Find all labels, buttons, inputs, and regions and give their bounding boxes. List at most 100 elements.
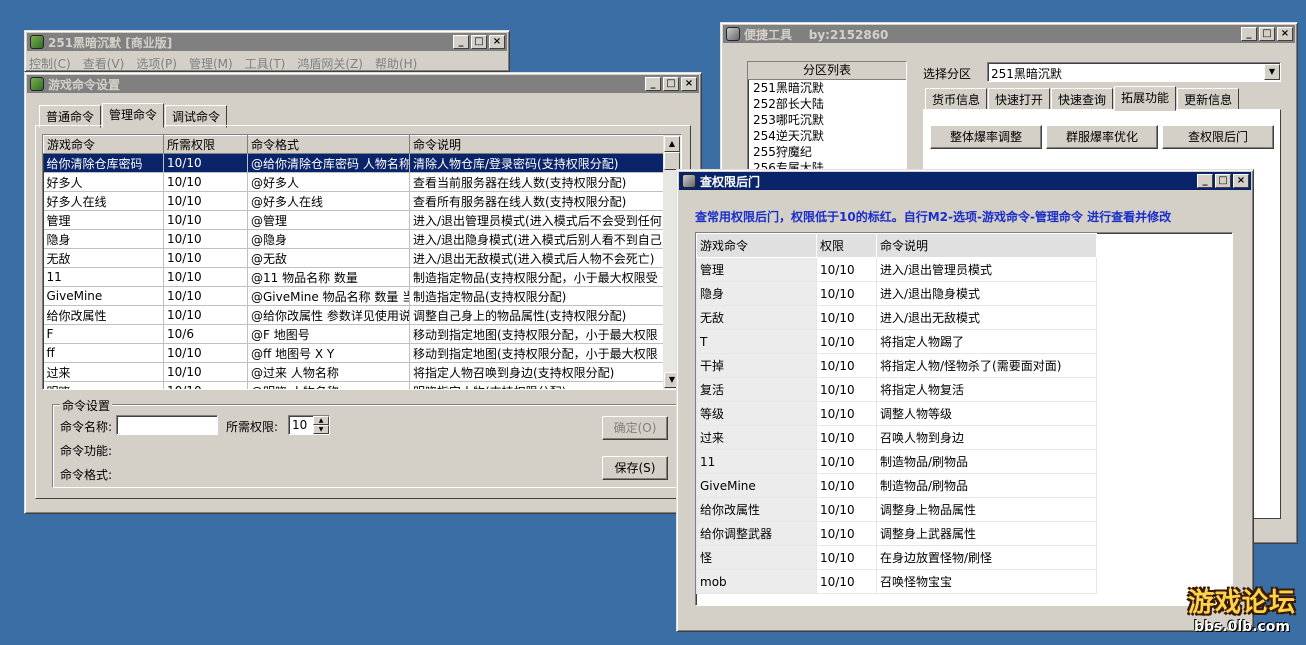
menu-help[interactable]: 帮助(H) xyxy=(375,55,417,72)
spin-down-icon[interactable]: ▼ xyxy=(313,425,329,434)
table-row[interactable]: ff 10/10 @ff 地图号 X Y 移动到指定地图(支持权限分配，小于最大权限 xyxy=(43,343,664,363)
tab-currency[interactable]: 货币信息 xyxy=(925,88,988,111)
table-row[interactable]: 11 10/10 制造物品/刷物品 xyxy=(696,449,1097,474)
maximize-icon[interactable]: □ xyxy=(1215,174,1231,188)
table-row[interactable]: 给你清除仓库密码 10/10 @给你清除仓库密码 人物名称 清除人物仓库/登录密码(支… xyxy=(43,153,664,173)
table-row[interactable]: T 10/10 将指定人物踢了 xyxy=(696,329,1097,354)
list-item[interactable]: 251黑暗沉默 xyxy=(748,80,906,96)
table-cell: 10/10 xyxy=(816,305,877,330)
menu-options[interactable]: 选项(P) xyxy=(136,55,177,72)
tab-admin-commands[interactable]: 管理命令 xyxy=(102,103,165,128)
list-item[interactable]: 254逆天沉默 xyxy=(748,128,906,144)
overall-drop-rate-button[interactable]: 整体爆率调整 xyxy=(930,125,1042,149)
table-row[interactable]: 管理 10/10 进入/退出管理员模式 xyxy=(696,257,1097,282)
command-table[interactable]: 游戏命令 所需权限 命令格式 命令说明 给你清除仓库密码 10/10 @给你清除仓库… xyxy=(42,134,682,390)
close-icon[interactable]: × xyxy=(1233,174,1249,188)
tool-window-titlebar[interactable]: 便捷工具 by:2152860 _ □ × xyxy=(723,25,1295,43)
column-header-permission[interactable]: 权限 xyxy=(816,233,877,258)
check-backdoor-button[interactable]: 查权限后门 xyxy=(1162,125,1274,149)
command-name-input[interactable] xyxy=(116,415,218,435)
table-row[interactable]: F 10/6 @F 地图号 移动到指定地图(支持权限分配，小于最大权限 xyxy=(43,324,664,344)
menu-manage[interactable]: 管理(M) xyxy=(189,55,233,72)
column-header-description[interactable]: 命令说明 xyxy=(409,135,664,154)
minimize-icon[interactable]: _ xyxy=(645,77,661,91)
tab-quick-open[interactable]: 快速打开 xyxy=(988,88,1051,111)
group-drop-rate-button[interactable]: 群服爆率优化 xyxy=(1046,125,1158,149)
cmd-window-titlebar[interactable]: 游戏命令设置 _ □ × xyxy=(27,75,699,93)
table-cell: 进入/退出管理员模式 xyxy=(876,257,1097,282)
perm-table-container[interactable]: 游戏命令 权限 命令说明 管理 10/10 进入/退出管理员模式 隐身 10/10 进入/… xyxy=(695,232,1233,606)
partition-select[interactable]: 251黑暗沉默 ▼ xyxy=(987,62,1281,82)
table-cell: 10/10 xyxy=(816,377,877,402)
column-header-permission[interactable]: 所需权限 xyxy=(163,135,248,154)
table-row[interactable]: 管理 10/10 @管理 进入/退出管理员模式(进入模式后不会受到任何 xyxy=(43,210,664,230)
table-row[interactable]: 干掉 10/10 将指定人物/怪物杀了(需要面对面) xyxy=(696,353,1097,378)
main-window-titlebar[interactable]: 251黑暗沉默 [商业版] _ □ × xyxy=(27,33,507,51)
app-icon xyxy=(30,77,44,91)
table-cell: 10/10 xyxy=(816,545,877,570)
tab-updates[interactable]: 更新信息 xyxy=(1177,88,1240,111)
menu-gateway[interactable]: 鸿盾网关(Z) xyxy=(297,55,363,72)
table-cell: @GiveMine 物品名称 数量 当前 xyxy=(247,286,410,306)
close-icon[interactable]: × xyxy=(1277,27,1293,41)
table-row[interactable]: 给你调整武器 10/10 调整身上武器属性 xyxy=(696,521,1097,546)
table-row[interactable]: 无敌 10/10 @无敌 进入/退出无敌模式(进入模式后人物不会死亡) xyxy=(43,248,664,268)
maximize-icon[interactable]: □ xyxy=(663,77,679,91)
tab-extensions[interactable]: 拓展功能 xyxy=(1114,86,1177,111)
table-row[interactable]: 隐身 10/10 进入/退出隐身模式 xyxy=(696,281,1097,306)
column-header-command[interactable]: 游戏命令 xyxy=(43,135,164,154)
minimize-icon[interactable]: _ xyxy=(1197,174,1213,188)
table-row[interactable]: 好多人在线 10/10 @好多人在线 查看所有服务器在线人数(支持权限分配) xyxy=(43,191,664,211)
maximize-icon[interactable]: □ xyxy=(471,35,487,49)
table-row[interactable]: 给你改属性 10/10 调整身上物品属性 xyxy=(696,497,1097,522)
table-row[interactable]: 好多人 10/10 @好多人 查看当前服务器在线人数(支持权限分配) xyxy=(43,172,664,192)
minimize-icon[interactable]: _ xyxy=(453,35,469,49)
perm-window-titlebar[interactable]: 查权限后门 _ □ × xyxy=(679,172,1251,190)
table-row[interactable]: 隐身 10/10 @隐身 进入/退出隐身模式(进入模式后别人看不到自己 xyxy=(43,229,664,249)
permission-stepper[interactable]: 10 ▲ ▼ xyxy=(288,415,330,435)
spin-up-icon[interactable]: ▲ xyxy=(313,416,329,425)
tab-quick-query[interactable]: 快速查询 xyxy=(1051,88,1114,111)
ok-button[interactable]: 确定(O) xyxy=(602,416,668,440)
table-cell: 10/10 xyxy=(816,353,877,378)
table-row[interactable]: 明晓10/10@明晓 人物名称明晓指定人物(支持权限分配) xyxy=(43,381,664,389)
table-row[interactable]: GiveMine 10/10 制造物品/刷物品 xyxy=(696,473,1097,498)
table-row[interactable]: 怪 10/10 在身边放置怪物/刷怪 xyxy=(696,545,1097,570)
table-row[interactable]: GiveMine 10/10 @GiveMine 物品名称 数量 当前 制造指定物品(… xyxy=(43,286,664,306)
table-row[interactable]: 复活 10/10 将指定人物复活 xyxy=(696,377,1097,402)
table-row[interactable]: 过来 10/10 @过来 人物名称 将指定人物召唤到身边(支持权限分配) xyxy=(43,362,664,382)
column-header-format[interactable]: 命令格式 xyxy=(247,135,410,154)
chevron-down-icon[interactable]: ▼ xyxy=(1264,64,1280,80)
menu-view[interactable]: 查看(V) xyxy=(83,55,125,72)
column-header-command[interactable]: 游戏命令 xyxy=(696,233,817,258)
close-icon[interactable]: × xyxy=(681,77,697,91)
table-cell: 进入/退出管理员模式(进入模式后不会受到任何 xyxy=(409,210,664,230)
table-cell: 调整身上物品属性 xyxy=(876,497,1097,522)
list-item[interactable]: 252部长大陆 xyxy=(748,96,906,112)
table-cell: 10/10 xyxy=(163,191,248,211)
table-row[interactable]: mob 10/10 召唤怪物宝宝 xyxy=(696,569,1097,594)
menu-control[interactable]: 控制(C) xyxy=(29,55,71,72)
table-row[interactable]: 无敌 10/10 进入/退出无敌模式 xyxy=(696,305,1097,330)
list-item[interactable]: 253哪吒沉默 xyxy=(748,112,906,128)
close-icon[interactable]: × xyxy=(489,35,505,49)
list-item[interactable]: 255狩魔纪 xyxy=(748,144,906,160)
table-cell: GiveMine xyxy=(43,286,164,306)
partition-list[interactable]: 分区列表 251黑暗沉默 252部长大陆 253哪吒沉默 254逆天沉默 255… xyxy=(747,61,907,181)
table-row[interactable]: 给你改属性 10/10 @给你改属性 参数详见使用说明 调整自己身上的物品属性(支持权… xyxy=(43,305,664,325)
table-cell: 10/10 xyxy=(816,521,877,546)
scroll-up-icon[interactable]: ▲ xyxy=(664,136,680,152)
table-row[interactable]: 11 10/10 @11 物品名称 数量 制造指定物品(支持权限分配，小于最大权限受 xyxy=(43,267,664,287)
column-header-description[interactable]: 命令说明 xyxy=(876,233,1097,258)
table-cell: 进入/退出无敌模式 xyxy=(876,305,1097,330)
table-cell: 10/10 xyxy=(816,257,877,282)
table-row[interactable]: 过来 10/10 召唤人物到身边 xyxy=(696,425,1097,450)
maximize-icon[interactable]: □ xyxy=(1259,27,1275,41)
table-row[interactable]: 等级 10/10 调整人物等级 xyxy=(696,401,1097,426)
save-button[interactable]: 保存(S) xyxy=(602,456,668,480)
minimize-icon[interactable]: _ xyxy=(1241,27,1257,41)
main-window-title: 251黑暗沉默 [商业版] xyxy=(48,35,173,50)
scroll-thumb[interactable] xyxy=(664,152,680,170)
menu-tools[interactable]: 工具(T) xyxy=(245,55,286,72)
table-cell: T xyxy=(696,329,817,354)
